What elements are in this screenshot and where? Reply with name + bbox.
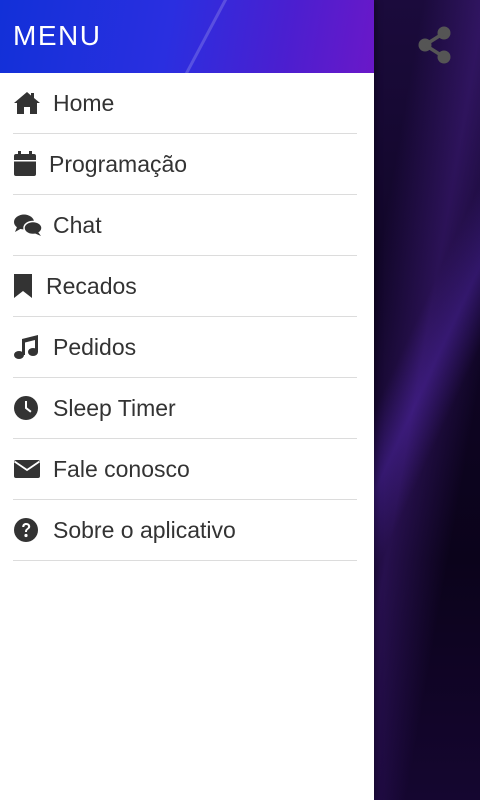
- music-note-icon: [13, 332, 43, 362]
- menu-item-label: Home: [53, 89, 115, 116]
- home-icon: [13, 88, 43, 118]
- navigation-drawer: MENU Home Programação Chat Recados Pedid…: [0, 0, 374, 800]
- question-circle-icon: [13, 515, 43, 545]
- menu-item-recados[interactable]: Recados: [13, 256, 357, 317]
- menu-item-label: Fale conosco: [53, 455, 190, 482]
- menu-item-fale-conosco[interactable]: Fale conosco: [13, 439, 357, 500]
- calendar-icon: [13, 149, 43, 179]
- menu-item-programacao[interactable]: Programação: [13, 134, 357, 195]
- share-icon: [417, 26, 453, 69]
- menu-item-sleep-timer[interactable]: Sleep Timer: [13, 378, 357, 439]
- background-image: [374, 0, 480, 800]
- app-screen: MENU Home Programação Chat Recados Pedid…: [0, 0, 480, 800]
- menu-item-label: Chat: [53, 211, 102, 238]
- menu-list: Home Programação Chat Recados Pedidos Sl…: [0, 73, 374, 561]
- menu-item-label: Recados: [46, 272, 137, 299]
- clock-icon: [13, 393, 43, 423]
- menu-item-sobre[interactable]: Sobre o aplicativo: [13, 500, 357, 561]
- envelope-icon: [13, 454, 43, 484]
- menu-item-pedidos[interactable]: Pedidos: [13, 317, 357, 378]
- menu-item-label: Pedidos: [53, 333, 137, 360]
- chat-bubbles-icon: [13, 210, 43, 240]
- menu-item-label: Programação: [49, 150, 188, 177]
- bookmark-icon: [13, 271, 43, 301]
- menu-item-home[interactable]: Home: [13, 73, 357, 134]
- menu-item-chat[interactable]: Chat: [13, 195, 357, 256]
- drawer-header: MENU: [0, 0, 374, 73]
- share-button[interactable]: [414, 26, 456, 68]
- drawer-title: MENU: [13, 20, 102, 51]
- menu-item-label: Sleep Timer: [53, 394, 176, 421]
- menu-item-label: Sobre o aplicativo: [53, 516, 236, 543]
